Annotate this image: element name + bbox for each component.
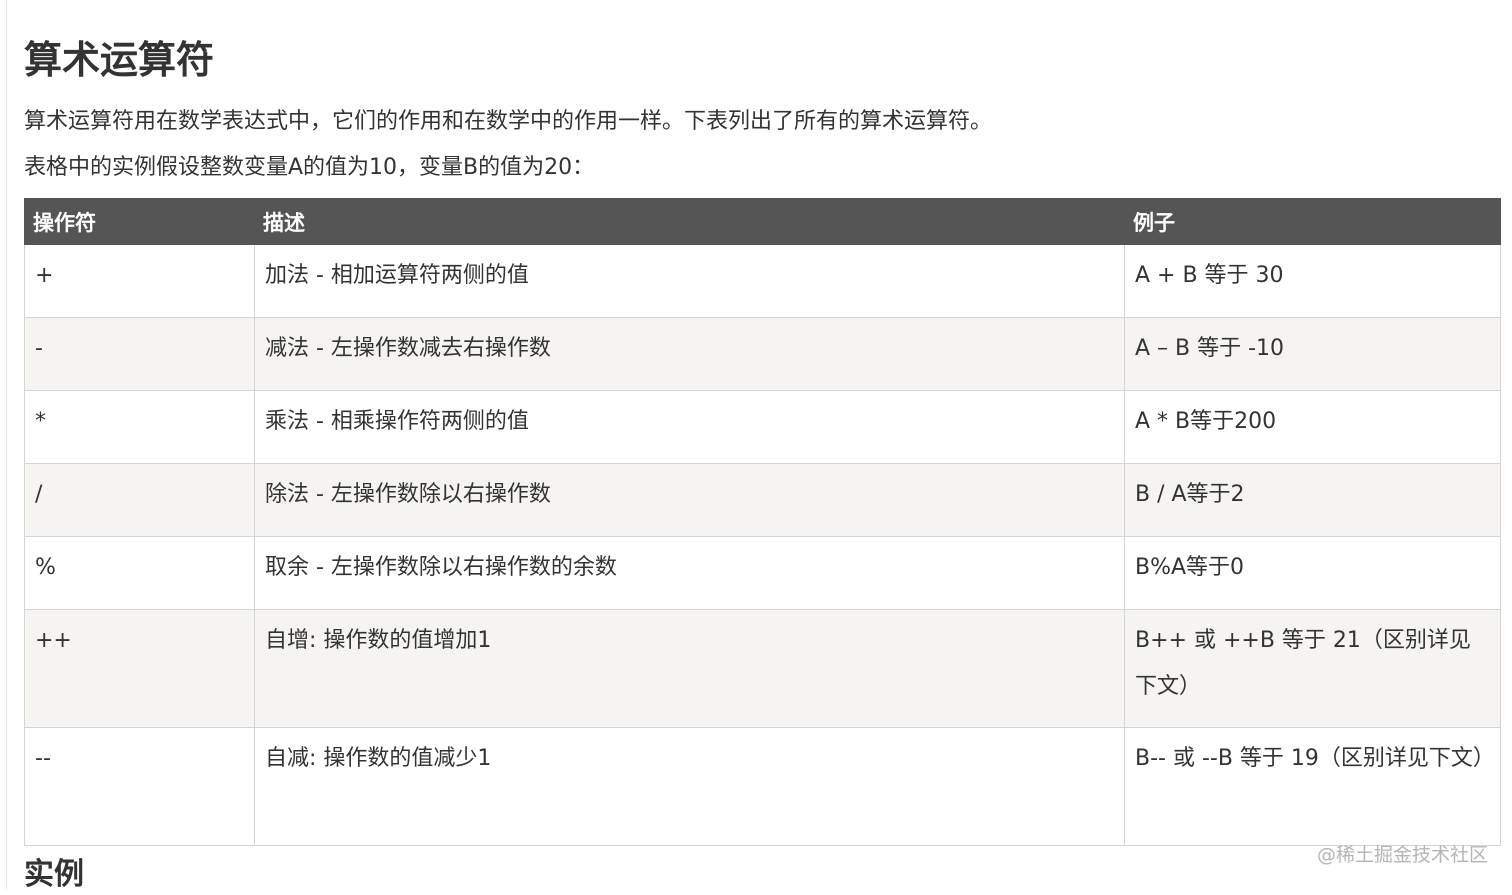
- example-cell: B%A等于0: [1124, 536, 1501, 610]
- description-cell: 自增: 操作数的值增加1: [254, 609, 1125, 728]
- example-cell: B-- 或 --B 等于 19（区别详见下文）: [1124, 727, 1501, 846]
- description-cell: 加法 - 相加运算符两侧的值: [254, 244, 1125, 318]
- table-row: ++ 自增: 操作数的值增加1 B++ 或 ++B 等于 21（区别详见下文）: [24, 609, 1501, 728]
- operator-cell: *: [24, 390, 255, 464]
- operator-cell: -: [24, 317, 255, 391]
- description-cell: 除法 - 左操作数除以右操作数: [254, 463, 1125, 537]
- table-row: - 减法 - 左操作数减去右操作数 A – B 等于 -10: [24, 317, 1501, 391]
- operator-cell: /: [24, 463, 255, 537]
- operator-cell: +: [24, 244, 255, 318]
- example-cell: B / A等于2: [1124, 463, 1501, 537]
- header-operator: 操作符: [24, 198, 255, 245]
- header-description: 描述: [254, 198, 1125, 245]
- table-header-row: 操作符 描述 例子: [24, 198, 1501, 245]
- table-row: % 取余 - 左操作数除以右操作数的余数 B%A等于0: [24, 536, 1501, 610]
- example-cell: A – B 等于 -10: [1124, 317, 1501, 391]
- operator-cell: --: [24, 727, 255, 846]
- example-cell: A + B 等于 30: [1124, 244, 1501, 318]
- header-example: 例子: [1124, 198, 1501, 245]
- example-cell: B++ 或 ++B 等于 21（区别详见下文）: [1124, 609, 1501, 728]
- description-cell: 乘法 - 相乘操作符两侧的值: [254, 390, 1125, 464]
- table-row: + 加法 - 相加运算符两侧的值 A + B 等于 30: [24, 244, 1501, 318]
- left-border: [6, 0, 7, 889]
- description-cell: 减法 - 左操作数减去右操作数: [254, 317, 1125, 391]
- table-row: * 乘法 - 相乘操作符两侧的值 A * B等于200: [24, 390, 1501, 464]
- assumption-paragraph: 表格中的实例假设整数变量A的值为10，变量B的值为20：: [24, 155, 595, 180]
- intro-paragraph: 算术运算符用在数学表达式中，它们的作用和在数学中的作用一样。下表列出了所有的算术…: [24, 109, 993, 134]
- description-cell: 自减: 操作数的值减少1: [254, 727, 1125, 846]
- operator-cell: %: [24, 536, 255, 610]
- operators-table: 操作符 描述 例子 + 加法 - 相加运算符两侧的值 A + B 等于 30 -…: [24, 198, 1501, 846]
- watermark: @稀土掘金技术社区: [1316, 844, 1488, 866]
- section-title-example: 实例: [24, 857, 84, 892]
- page-title: 算术运算符: [24, 38, 215, 82]
- operator-cell: ++: [24, 609, 255, 728]
- description-cell: 取余 - 左操作数除以右操作数的余数: [254, 536, 1125, 610]
- table-row: / 除法 - 左操作数除以右操作数 B / A等于2: [24, 463, 1501, 537]
- table-row: -- 自减: 操作数的值减少1 B-- 或 --B 等于 19（区别详见下文）: [24, 727, 1501, 846]
- example-cell: A * B等于200: [1124, 390, 1501, 464]
